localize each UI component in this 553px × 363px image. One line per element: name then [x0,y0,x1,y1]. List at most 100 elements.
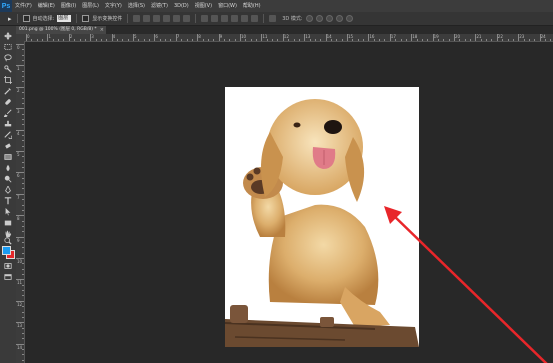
close-tab-icon[interactable]: × [100,26,104,34]
brush-tool-icon[interactable] [3,109,13,117]
pen-tool-icon[interactable] [3,186,13,194]
ruler-tick [22,204,24,206]
ruler-tick [22,316,24,318]
distribute-top-icon[interactable] [201,15,209,22]
ruler-tick [400,39,402,41]
distribute-middle-icon[interactable] [211,15,219,22]
move-tool-preset-icon[interactable]: ▸ [8,15,12,23]
3d-slide-icon[interactable] [335,15,343,22]
ruler-tick [16,65,24,67]
menu-window[interactable]: 窗口(W) [215,0,240,12]
ruler-tick [475,34,477,41]
auto-align-icon[interactable] [269,15,277,22]
auto-select-dropdown[interactable]: 图层 [57,15,72,22]
path-select-tool-icon[interactable] [3,208,13,216]
lasso-tool-icon[interactable] [3,54,13,62]
ruler-tick-label: 5 [17,152,20,157]
history-brush-tool-icon[interactable] [3,131,13,139]
ruler-tick [191,39,193,41]
align-bottom-icon[interactable] [153,15,161,22]
tools-panel [0,26,17,363]
ruler-tick [347,34,348,41]
align-middle-icon[interactable] [143,15,151,22]
align-right-icon[interactable] [183,15,191,22]
ruler-tick [52,39,54,41]
ruler-tick [22,274,24,276]
blur-tool-icon[interactable] [3,164,13,172]
distribute-bottom-icon[interactable] [221,15,229,22]
distribute-left-icon[interactable] [231,15,239,22]
3d-pan-icon[interactable] [325,15,333,22]
ruler-tick [16,279,24,281]
ruler-tick [22,327,24,329]
ruler-tick [384,39,386,41]
canvas-workspace[interactable] [25,42,553,363]
align-left-icon[interactable] [163,15,171,22]
ruler-tick [223,39,225,41]
gradient-tool-icon[interactable] [3,153,13,161]
ruler-tick [550,39,552,41]
ruler-tick [22,220,24,222]
menu-type[interactable]: 文字(Y) [102,0,125,12]
ruler-tick [480,39,482,41]
ruler-tick [111,34,113,41]
menu-image[interactable]: 图像(I) [58,0,79,12]
align-center-icon[interactable] [173,15,181,22]
menu-view[interactable]: 视图(V) [192,0,215,12]
ruler-tick [421,39,423,41]
vertical-ruler[interactable]: 0 1 2 3 4 5 6 7 8 9 10 11 12 13 14 [16,41,25,363]
horizontal-ruler[interactable]: 0 1 2 3 4 5 6 7 8 9 10 11 12 13 14 15 16 17 18 19 20 21 22 23 24 [24,34,553,42]
distribute-center-icon[interactable] [241,15,249,22]
menu-3d[interactable]: 3D(D) [171,0,192,12]
zoom-tool-icon[interactable] [3,237,13,245]
show-transform-checkbox[interactable] [82,15,90,22]
quick-select-tool-icon[interactable] [3,65,13,73]
menu-file[interactable]: 文件(F) [12,0,35,12]
ruler-tick [16,322,24,324]
menu-select[interactable]: 选择(S) [125,0,148,12]
ruler-tick [42,39,44,41]
ruler-tick [122,39,124,41]
menu-help[interactable]: 帮助(H) [240,0,264,12]
ruler-tick [22,102,24,104]
dodge-tool-icon[interactable] [3,175,13,183]
ruler-tick [84,39,86,41]
ruler-tick-label: 4 [17,130,20,136]
menu-filter[interactable]: 滤镜(T) [148,0,171,12]
ruler-origin[interactable] [16,34,24,41]
distribute-right-icon[interactable] [251,15,259,22]
menu-layer[interactable]: 图层(L) [79,0,102,12]
eraser-tool-icon[interactable] [3,142,13,150]
eyedropper-tool-icon[interactable] [3,87,13,95]
marquee-tool-icon[interactable] [3,43,13,51]
ruler-tick [149,39,151,41]
ruler-tick [261,34,263,41]
foreground-color-swatch[interactable] [2,246,11,255]
ruler-tick [454,34,455,41]
quick-mask-icon[interactable] [3,262,13,270]
3d-rotate-icon[interactable] [305,15,313,22]
ruler-tick [22,284,24,286]
clone-stamp-tool-icon[interactable] [3,120,13,128]
menu-edit[interactable]: 编辑(E) [35,0,58,12]
ruler-tick [22,70,24,72]
screen-mode-icon[interactable] [3,273,13,281]
3d-roll-icon[interactable] [315,15,323,22]
ruler-tick-label: 3 [17,109,20,115]
rectangle-tool-icon[interactable] [3,219,13,227]
align-top-icon[interactable] [133,15,141,22]
ruler-tick [432,34,434,41]
document-tab[interactable]: 001.png @ 100% (图层 0, RGB/8) * × [16,26,106,34]
auto-select-checkbox[interactable] [22,15,30,22]
crop-tool-icon[interactable] [3,76,13,84]
ruler-tick [22,354,24,356]
3d-scale-icon[interactable] [345,15,353,22]
ruler-tick [304,34,306,41]
ruler-tick [22,76,24,78]
move-tool-icon[interactable] [3,32,13,40]
ruler-tick [336,39,338,41]
type-tool-icon[interactable] [3,197,13,205]
options-divider [127,14,129,23]
ruler-tick [437,39,439,41]
healing-brush-tool-icon[interactable] [3,98,13,106]
